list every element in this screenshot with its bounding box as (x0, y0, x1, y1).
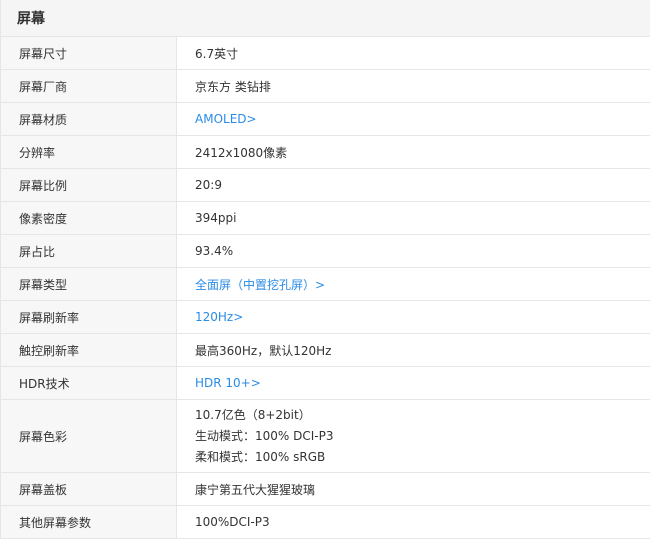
spec-value: 康宁第五代大猩猩玻璃 (195, 482, 316, 497)
spec-label: 屏幕盖板 (1, 473, 177, 505)
spec-value: 100%DCI-P3 (195, 515, 270, 529)
spec-label: 屏幕厂商 (1, 70, 177, 102)
spec-row-cover-glass: 屏幕盖板 康宁第五代大猩猩玻璃 (1, 473, 650, 506)
spec-value: 93.4% (195, 244, 234, 258)
spec-row-resolution: 分辨率 2412x1080像素 (1, 136, 650, 169)
spec-label: 屏幕类型 (1, 268, 177, 300)
spec-row-other-params: 其他屏幕参数 100%DCI-P3 (1, 506, 650, 539)
refresh-rate-link[interactable]: 120Hz> (195, 310, 650, 324)
spec-value: 京东方 类钻排 (195, 79, 271, 94)
spec-row-screen-color: 屏幕色彩 10.7亿色（8+2bit） 生动模式：100% DCI-P3 柔和模… (1, 400, 650, 473)
spec-label: 像素密度 (1, 202, 177, 234)
spec-row-screen-type: 屏幕类型 全面屏（中置挖孔屏）> (1, 268, 650, 301)
spec-label: 分辨率 (1, 136, 177, 168)
spec-label: 屏占比 (1, 235, 177, 267)
spec-label: 触控刷新率 (1, 334, 177, 366)
spec-label: 屏幕材质 (1, 103, 177, 135)
spec-value-line: 柔和模式：100% sRGB (195, 449, 326, 464)
spec-label: 屏幕尺寸 (1, 37, 177, 69)
spec-label: 屏幕比例 (1, 169, 177, 201)
spec-value: 394ppi (195, 211, 237, 225)
spec-value: 6.7英寸 (195, 46, 239, 61)
spec-row-screen-vendor: 屏幕厂商 京东方 类钻排 (1, 70, 650, 103)
spec-row-refresh-rate: 屏幕刷新率 120Hz> (1, 301, 650, 334)
spec-value: 2412x1080像素 (195, 145, 288, 160)
spec-value-line: 10.7亿色（8+2bit） (195, 407, 311, 422)
spec-value: 20:9 (195, 178, 222, 192)
spec-row-screen-to-body: 屏占比 93.4% (1, 235, 650, 268)
screen-spec-panel: 屏幕 屏幕尺寸 6.7英寸 屏幕厂商 京东方 类钻排 屏幕材质 AMOLED> … (0, 0, 650, 539)
spec-row-touch-sampling: 触控刷新率 最高360Hz，默认120Hz (1, 334, 650, 367)
spec-row-hdr: HDR技术 HDR 10+> (1, 367, 650, 400)
spec-row-aspect-ratio: 屏幕比例 20:9 (1, 169, 650, 202)
spec-value: 最高360Hz，默认120Hz (195, 343, 332, 358)
spec-label: 其他屏幕参数 (1, 506, 177, 538)
hdr-link[interactable]: HDR 10+> (195, 376, 650, 390)
spec-row-pixel-density: 像素密度 394ppi (1, 202, 650, 235)
spec-label: 屏幕色彩 (1, 400, 177, 472)
spec-label: HDR技术 (1, 367, 177, 399)
spec-value-line: 生动模式：100% DCI-P3 (195, 428, 334, 443)
screen-type-link[interactable]: 全面屏（中置挖孔屏）> (195, 276, 650, 293)
spec-row-screen-material: 屏幕材质 AMOLED> (1, 103, 650, 136)
spec-row-screen-size: 屏幕尺寸 6.7英寸 (1, 37, 650, 70)
section-title: 屏幕 (1, 0, 650, 37)
spec-label: 屏幕刷新率 (1, 301, 177, 333)
amoled-link[interactable]: AMOLED> (195, 112, 650, 126)
